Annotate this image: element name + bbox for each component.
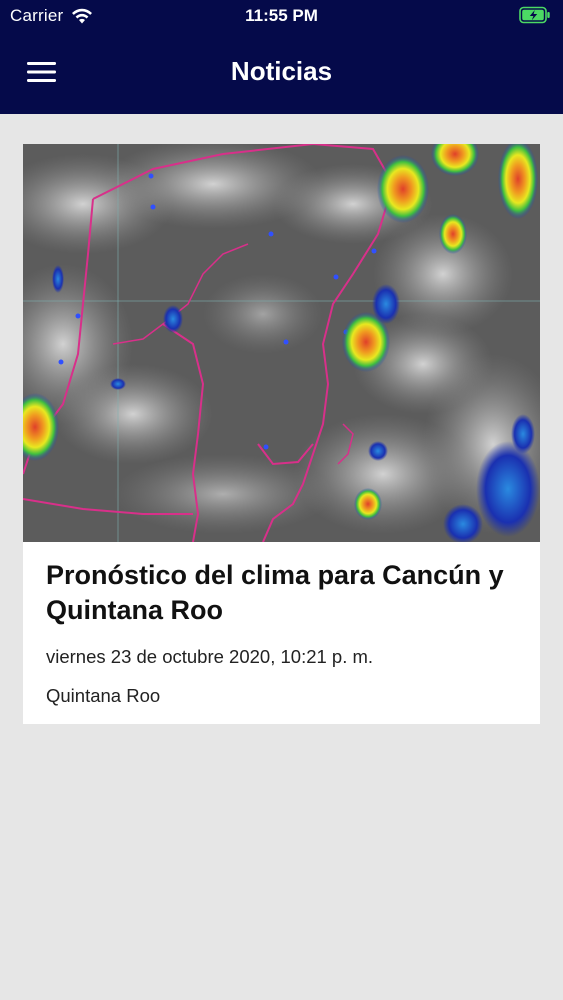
satellite-weather-map-image [23, 144, 540, 542]
page-title: Noticias [230, 56, 333, 86]
app-screen: Carrier 11:55 PM Noticias Pronóstico del… [0, 0, 563, 1000]
news-title: Pronóstico del clima para Cancún y Quint… [46, 560, 504, 625]
status-bar: Carrier 11:55 PM [0, 0, 563, 32]
news-date: viernes 23 de octubre 2020, 10:21 p. m. [46, 646, 374, 667]
news-category: Quintana Roo [46, 685, 161, 706]
battery-charging-icon [519, 6, 550, 24]
status-time: 11:55 PM [245, 6, 318, 25]
navigation-bar: Noticias [0, 40, 563, 104]
app-header: Carrier 11:55 PM Noticias [0, 0, 563, 114]
news-card[interactable]: Pronóstico del clima para Cancún y Quint… [23, 144, 540, 724]
